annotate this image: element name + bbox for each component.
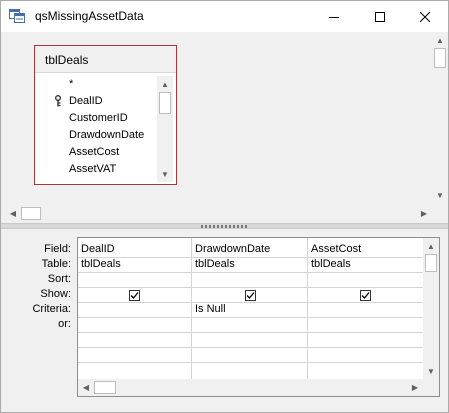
field-item-drawdowndate[interactable]: DrawdownDate bbox=[69, 127, 144, 144]
grid-vertical-scrollbar[interactable]: ▲ ▼ bbox=[423, 238, 439, 379]
check-icon bbox=[130, 292, 139, 299]
scroll-down-arrow-icon[interactable]: ▼ bbox=[423, 363, 439, 379]
minimize-button[interactable] bbox=[311, 1, 357, 32]
grid-cell-criteria-2[interactable]: Is Null bbox=[195, 302, 226, 317]
field-item-assetcost[interactable]: AssetCost bbox=[69, 144, 119, 161]
check-icon bbox=[246, 292, 255, 299]
grid-line bbox=[78, 287, 423, 288]
primary-key-icon bbox=[55, 95, 63, 107]
row-label-table: Table: bbox=[41, 258, 71, 270]
scroll-up-arrow-icon[interactable]: ▲ bbox=[423, 238, 439, 254]
maximize-button[interactable] bbox=[357, 1, 403, 32]
scroll-right-arrow-icon[interactable]: ▶ bbox=[416, 205, 432, 221]
grid-cell-field-1[interactable]: DealID bbox=[81, 242, 115, 257]
minimize-icon bbox=[329, 12, 339, 22]
table-pane-hscroll-thumb[interactable] bbox=[21, 207, 41, 220]
row-label-or: or: bbox=[58, 318, 71, 330]
scroll-right-arrow-icon[interactable]: ▶ bbox=[407, 379, 423, 395]
grid-horizontal-scrollbar[interactable]: ◀ ▶ bbox=[78, 379, 423, 396]
query-icon bbox=[9, 9, 25, 23]
scroll-down-arrow-icon[interactable]: ▼ bbox=[157, 166, 173, 182]
grid-cell-criteria-3[interactable] bbox=[311, 302, 419, 317]
maximize-icon bbox=[375, 11, 385, 22]
field-item-dealid[interactable]: DealID bbox=[69, 93, 103, 110]
field-item-assetvat[interactable]: AssetVAT bbox=[69, 161, 116, 178]
grid-line bbox=[78, 362, 423, 363]
table-pane-horizontal-scrollbar[interactable]: ◀ ▶ bbox=[5, 205, 432, 222]
grid-cell-table-1[interactable]: tblDeals bbox=[81, 257, 121, 272]
grid-column-divider[interactable] bbox=[191, 238, 192, 379]
grid-show-checkbox-2[interactable] bbox=[245, 290, 256, 301]
grid-cell-field-3[interactable]: AssetCost bbox=[311, 242, 361, 257]
grid-line bbox=[78, 257, 423, 258]
grid-hscroll-thumb[interactable] bbox=[94, 381, 116, 394]
grid-cell-criteria-1[interactable] bbox=[81, 302, 189, 317]
field-item-asterisk[interactable]: * bbox=[69, 76, 73, 93]
table-field-list[interactable]: tblDeals * DealID CustomerID DrawdownDat… bbox=[34, 45, 177, 185]
grid-line bbox=[78, 332, 423, 333]
row-label-criteria: Criteria: bbox=[32, 303, 71, 315]
query-design-grid[interactable]: DealID tblDeals DrawdownDate tblDeals Is… bbox=[77, 237, 440, 397]
scroll-left-arrow-icon[interactable]: ◀ bbox=[5, 205, 21, 221]
field-list-scrollbar[interactable]: ▲ ▼ bbox=[157, 76, 173, 182]
table-pane-vscroll-thumb[interactable] bbox=[434, 48, 446, 68]
splitter-grip-icon[interactable] bbox=[201, 225, 249, 228]
grid-line bbox=[78, 347, 423, 348]
field-item-customerid[interactable]: CustomerID bbox=[69, 110, 128, 127]
table-field-list-header[interactable]: tblDeals bbox=[35, 46, 176, 73]
table-pane-vertical-scrollbar[interactable]: ▲ ▼ bbox=[432, 32, 448, 203]
row-label-show: Show: bbox=[40, 288, 71, 300]
row-label-field: Field: bbox=[44, 243, 71, 255]
scroll-up-arrow-icon[interactable]: ▲ bbox=[157, 76, 173, 92]
grid-show-checkbox-1[interactable] bbox=[129, 290, 140, 301]
grid-cell-field-2[interactable]: DrawdownDate bbox=[195, 242, 270, 257]
grid-column-divider[interactable] bbox=[307, 238, 308, 379]
close-icon bbox=[420, 11, 430, 22]
title-bar[interactable]: qsMissingAssetData bbox=[1, 1, 448, 32]
grid-cell-table-2[interactable]: tblDeals bbox=[195, 257, 235, 272]
grid-cell-or-3[interactable] bbox=[311, 317, 419, 332]
grid-cell-sort-3[interactable] bbox=[311, 272, 419, 287]
grid-cell-or-1[interactable] bbox=[81, 317, 189, 332]
field-list-scroll-thumb[interactable] bbox=[159, 92, 171, 114]
table-name: tblDeals bbox=[45, 53, 89, 67]
grid-show-checkbox-3[interactable] bbox=[360, 290, 371, 301]
scroll-up-arrow-icon[interactable]: ▲ bbox=[432, 32, 448, 48]
scrollbar-corner bbox=[423, 379, 439, 396]
scroll-left-arrow-icon[interactable]: ◀ bbox=[78, 379, 94, 395]
grid-cell-or-2[interactable] bbox=[195, 317, 303, 332]
window-title: qsMissingAssetData bbox=[35, 9, 144, 23]
query-window: qsMissingAssetData tblDeals * DealID Cus… bbox=[0, 0, 449, 413]
check-icon bbox=[361, 292, 370, 299]
close-button[interactable] bbox=[402, 1, 448, 32]
row-label-sort: Sort: bbox=[47, 273, 71, 285]
grid-cell-sort-2[interactable] bbox=[195, 272, 303, 287]
scroll-down-arrow-icon[interactable]: ▼ bbox=[432, 187, 448, 203]
grid-cell-sort-1[interactable] bbox=[81, 272, 189, 287]
grid-cell-table-3[interactable]: tblDeals bbox=[311, 257, 351, 272]
grid-vscroll-thumb[interactable] bbox=[425, 254, 437, 272]
